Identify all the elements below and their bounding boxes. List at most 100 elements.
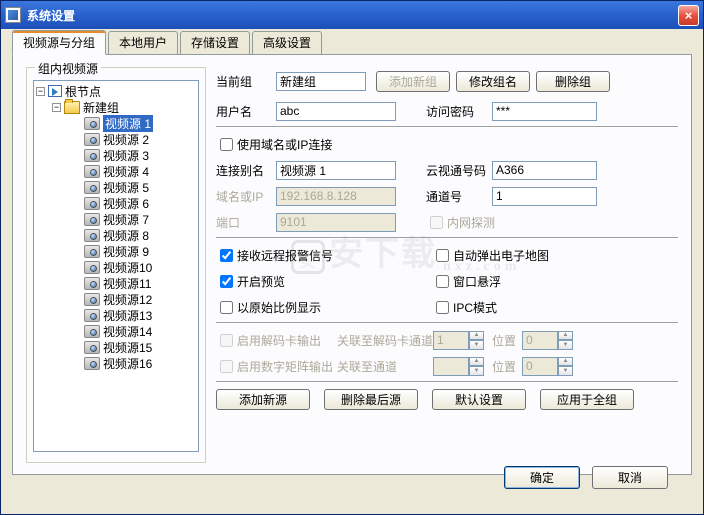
tree-item[interactable]: 视频源 4 [36, 163, 196, 179]
tree-item[interactable]: 视频源11 [36, 275, 196, 291]
position-label: 位置 [492, 332, 516, 349]
tree-item[interactable]: 视频源 2 [36, 131, 196, 147]
tabpanel: 组内视频源 −根节点 −新建组 视频源 1 视频源 2 视频源 3 视频源 4 … [12, 55, 692, 475]
username-label: 用户名 [216, 103, 276, 120]
tab-advanced[interactable]: 高级设置 [252, 31, 322, 54]
tree-item[interactable]: 视频源 6 [36, 195, 196, 211]
client-area: 视频源与分组 本地用户 存储设置 高级设置 组内视频源 −根节点 −新建组 视频… [12, 33, 692, 503]
tree-item[interactable]: 视频源10 [36, 259, 196, 275]
tree-item[interactable]: 视频源 8 [36, 227, 196, 243]
camera-icon [84, 357, 100, 370]
float-win-checkbox[interactable] [436, 275, 449, 288]
cloud-channel-input[interactable] [492, 161, 597, 180]
alias-input[interactable] [276, 161, 396, 180]
window-title: 系统设置 [27, 7, 678, 24]
tree-item[interactable]: 视频源 3 [36, 147, 196, 163]
tree-item[interactable]: 视频源12 [36, 291, 196, 307]
cloud-channel-label: 云视通号码 [426, 162, 492, 179]
cancel-button[interactable]: 取消 [592, 466, 668, 489]
ipc-mode-label: IPC模式 [453, 299, 497, 316]
enable-decode-checkbox [220, 334, 233, 347]
add-group-button[interactable]: 添加新组 [376, 71, 450, 92]
tree-item[interactable]: 视频源16 [36, 355, 196, 371]
camera-icon [84, 325, 100, 338]
separator [216, 322, 678, 324]
channel-label: 通道号 [426, 188, 492, 205]
ok-button[interactable]: 确定 [504, 466, 580, 489]
domain-ip-label: 域名或IP [216, 188, 276, 205]
decode-channel-input [433, 331, 469, 350]
spin-up-icon: ▲ [558, 331, 573, 341]
intranet-checkbox [430, 216, 443, 229]
tab-video-groups[interactable]: 视频源与分组 [12, 30, 106, 55]
current-group-input[interactable] [276, 72, 366, 91]
spin-up-icon: ▲ [558, 357, 573, 367]
group-video-sources: 组内视频源 −根节点 −新建组 视频源 1 视频源 2 视频源 3 视频源 4 … [26, 67, 206, 463]
position-label: 位置 [492, 358, 516, 375]
defaults-button[interactable]: 默认设置 [432, 389, 526, 410]
titlebar[interactable]: 系统设置 × [1, 1, 703, 29]
tab-storage[interactable]: 存储设置 [180, 31, 250, 54]
camera-icon [84, 117, 100, 130]
link-channel-label: 关联至通道 [337, 358, 433, 375]
spin-up-icon: ▲ [469, 357, 484, 367]
enable-matrix-label: 启用数字矩阵输出 [237, 358, 337, 375]
domain-ip-input [276, 187, 396, 206]
delete-last-button[interactable]: 删除最后源 [324, 389, 418, 410]
tree-group[interactable]: −新建组 [36, 99, 196, 115]
decode-channel-spinner: ▲▼ [469, 331, 484, 350]
apply-all-button[interactable]: 应用于全组 [540, 389, 634, 410]
matrix-channel-spinner: ▲▼ [469, 357, 484, 376]
float-win-label: 窗口悬浮 [453, 273, 501, 290]
orig-ratio-label: 以原始比例显示 [237, 299, 432, 316]
camera-icon [84, 165, 100, 178]
enable-decode-label: 启用解码卡输出 [237, 332, 337, 349]
tree-item[interactable]: 视频源14 [36, 323, 196, 339]
edit-group-button[interactable]: 修改组名 [456, 71, 530, 92]
separator [216, 126, 678, 128]
tree-root[interactable]: −根节点 [36, 83, 196, 99]
port-input [276, 213, 396, 232]
ipc-mode-checkbox[interactable] [436, 301, 449, 314]
tree-item[interactable]: 视频源 1 [36, 115, 196, 131]
add-source-button[interactable]: 添加新源 [216, 389, 310, 410]
link-decode-label: 关联至解码卡通道 [337, 332, 433, 349]
group-legend: 组内视频源 [35, 60, 101, 77]
tree-item[interactable]: 视频源 9 [36, 243, 196, 259]
alias-label: 连接别名 [216, 162, 276, 179]
password-label: 访问密码 [426, 103, 492, 120]
decode-pos-input [522, 331, 558, 350]
camera-icon [84, 229, 100, 242]
tree[interactable]: −根节点 −新建组 视频源 1 视频源 2 视频源 3 视频源 4 视频源 5 … [33, 80, 199, 452]
tree-item[interactable]: 视频源15 [36, 339, 196, 355]
password-input[interactable] [492, 102, 597, 121]
tree-item[interactable]: 视频源 5 [36, 179, 196, 195]
port-label: 端口 [216, 214, 276, 231]
app-icon [5, 7, 21, 23]
root-icon [48, 85, 62, 97]
use-domain-checkbox[interactable] [220, 138, 233, 151]
delete-group-button[interactable]: 删除组 [536, 71, 610, 92]
camera-icon [84, 309, 100, 322]
enable-matrix-checkbox [220, 360, 233, 373]
tabstrip: 视频源与分组 本地用户 存储设置 高级设置 [12, 33, 692, 55]
preview-checkbox[interactable] [220, 275, 233, 288]
camera-icon [84, 341, 100, 354]
tab-local-users[interactable]: 本地用户 [108, 31, 178, 54]
camera-icon [84, 277, 100, 290]
username-input[interactable] [276, 102, 396, 121]
close-button[interactable]: × [678, 5, 699, 26]
intranet-label: 内网探测 [447, 214, 495, 231]
auto-map-checkbox[interactable] [436, 249, 449, 262]
tree-item[interactable]: 视频源13 [36, 307, 196, 323]
dialog-buttons: 确定 取消 [504, 466, 668, 489]
recv-alarm-checkbox[interactable] [220, 249, 233, 262]
matrix-pos-input [522, 357, 558, 376]
spin-down-icon: ▼ [558, 366, 573, 376]
current-group-label: 当前组 [216, 73, 276, 90]
spin-down-icon: ▼ [558, 340, 573, 350]
channel-input[interactable] [492, 187, 597, 206]
orig-ratio-checkbox[interactable] [220, 301, 233, 314]
tree-item[interactable]: 视频源 7 [36, 211, 196, 227]
folder-icon [64, 101, 80, 114]
